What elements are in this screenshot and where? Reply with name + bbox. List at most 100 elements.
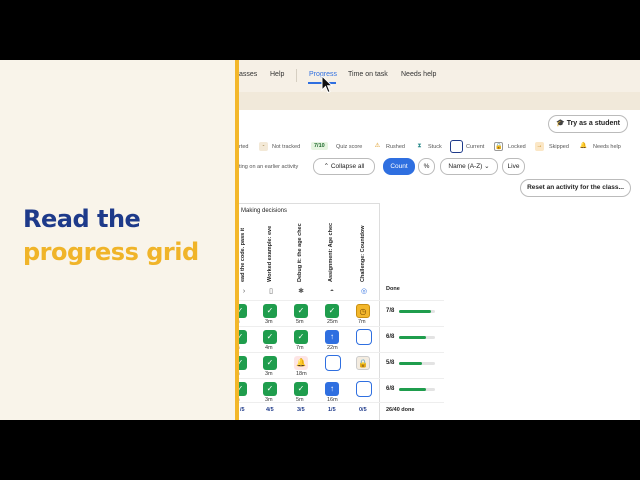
done-header: Done bbox=[386, 286, 400, 292]
row-progress-bar bbox=[399, 336, 435, 339]
check-icon: ✓ bbox=[239, 306, 244, 315]
time-on-task: 22m bbox=[327, 345, 338, 351]
check-icon: ✓ bbox=[239, 358, 244, 367]
time-on-task: 7m bbox=[358, 319, 366, 325]
target-icon: ◎ bbox=[360, 288, 368, 295]
time-on-task: 3m bbox=[265, 319, 273, 325]
grid-cell-green[interactable]: ✓ bbox=[239, 304, 247, 318]
try-as-student-button[interactable]: 🎓 Try as a student bbox=[548, 115, 628, 133]
row-divider bbox=[239, 300, 444, 301]
row-progress-fill bbox=[399, 388, 426, 391]
top-nav: asses Help Progress Time on task Needs h… bbox=[239, 60, 640, 92]
time-on-task: 25m bbox=[327, 319, 338, 325]
reset-activity-button[interactable]: Reset an activity for the class... bbox=[520, 179, 631, 197]
legend-not-tracked: Not tracked bbox=[272, 144, 301, 150]
check-icon: ✓ bbox=[239, 332, 244, 341]
row-progress-fill bbox=[399, 362, 422, 365]
bell-icon: 🔔 bbox=[579, 143, 588, 149]
nav-classes[interactable]: asses bbox=[239, 71, 257, 78]
column-summary-4: 1/5 bbox=[328, 407, 336, 413]
row-score: 6/8 bbox=[386, 386, 395, 392]
row-divider bbox=[239, 326, 444, 327]
row-progress-fill bbox=[399, 310, 431, 313]
grid-cell-green[interactable]: ✓ bbox=[294, 304, 308, 318]
check-icon: ✓ bbox=[266, 332, 274, 341]
legend-skipped: Skipped bbox=[549, 144, 569, 150]
grid-cell-empty[interactable] bbox=[356, 329, 372, 345]
graduation-cap-icon: 🎓 bbox=[556, 120, 567, 127]
check-icon: ✓ bbox=[266, 306, 274, 315]
column-header-1[interactable]: ead the code. pass it bbox=[240, 228, 246, 282]
column-header-4[interactable]: Assignment: Age chec bbox=[328, 223, 334, 282]
nav-help[interactable]: Help bbox=[270, 71, 284, 78]
nav-separator bbox=[296, 69, 297, 82]
grid-cell-blue[interactable]: ↑ bbox=[325, 330, 339, 344]
earlier-activity-text: ting on an earlier activity bbox=[239, 164, 299, 170]
clock-icon: ◷ bbox=[359, 307, 367, 316]
check-icon: ✓ bbox=[297, 306, 305, 315]
grid-cell-locked[interactable]: 🔒 bbox=[356, 356, 370, 370]
row-score: 5/8 bbox=[386, 360, 395, 366]
sort-select[interactable]: Name (A-Z) ⌄ bbox=[440, 158, 498, 175]
legend-quiz-score: Quiz score bbox=[336, 144, 363, 150]
column-summary-1: /5 bbox=[240, 407, 245, 413]
grid-cell-green[interactable]: ✓ bbox=[239, 330, 247, 344]
live-toggle[interactable]: Live bbox=[502, 158, 525, 175]
column-header-5[interactable]: Challenge: Countdow bbox=[360, 225, 366, 282]
grid-cell-green[interactable]: ✓ bbox=[263, 304, 277, 318]
column-header-3[interactable]: Debug it: the age chec bbox=[297, 223, 303, 282]
skip-arrow-icon: → bbox=[535, 142, 544, 151]
column-header-2[interactable]: Worked example: eve bbox=[267, 226, 273, 282]
check-icon: ✓ bbox=[266, 384, 274, 393]
legend-locked: Locked bbox=[508, 144, 526, 150]
legend-stuck: Stuck bbox=[428, 144, 442, 150]
time-on-task: m bbox=[239, 397, 240, 403]
cap-icon: ◓ bbox=[329, 288, 335, 295]
grid-cell-green[interactable]: ✓ bbox=[263, 356, 277, 370]
grid-cell-green[interactable]: ✓ bbox=[263, 330, 277, 344]
legend-current: Current bbox=[466, 144, 485, 150]
grid-cell-green[interactable]: ✓ bbox=[294, 382, 308, 396]
grid-cell-green[interactable]: ✓ bbox=[239, 382, 247, 396]
grid-cell-empty[interactable] bbox=[325, 355, 341, 371]
row-score: 6/8 bbox=[386, 334, 395, 340]
chevron-up-icon: ⌃ bbox=[323, 163, 331, 170]
check-icon: ✓ bbox=[297, 384, 305, 393]
grid-cell-green[interactable]: ✓ bbox=[294, 330, 308, 344]
quiz-score-badge: 7/10 bbox=[311, 142, 328, 150]
nav-needs-help[interactable]: Needs help bbox=[401, 71, 436, 78]
row-progress-bar bbox=[399, 310, 435, 313]
grid-cell-green[interactable]: ✓ bbox=[263, 382, 277, 396]
row-divider bbox=[239, 352, 444, 353]
grid-cell-yellow[interactable]: ◷ bbox=[356, 304, 370, 318]
percent-toggle[interactable]: % bbox=[418, 158, 435, 175]
column-summary-2: 4/5 bbox=[266, 407, 274, 413]
grid-cell-stuck[interactable]: 🔔 bbox=[294, 356, 308, 370]
column-summary-3: 3/5 bbox=[297, 407, 305, 413]
row-score: 7/8 bbox=[386, 308, 395, 314]
slide-title-panel: Read the progress grid bbox=[0, 60, 236, 420]
total-done: 26/40 done bbox=[386, 407, 415, 413]
time-on-task: 5m bbox=[296, 319, 304, 325]
grid-cell-empty[interactable] bbox=[356, 381, 372, 397]
lock-icon: 🔒 bbox=[494, 142, 503, 151]
bell-icon: 🔔 bbox=[296, 358, 306, 367]
grid-cell-blue[interactable]: ↑ bbox=[325, 382, 339, 396]
check-icon: ✓ bbox=[266, 358, 274, 367]
slide-title-line2: progress grid bbox=[23, 238, 199, 266]
count-toggle[interactable]: Count bbox=[383, 158, 415, 175]
current-box-icon bbox=[450, 140, 463, 153]
dash-icon: - bbox=[259, 142, 268, 151]
grid-cell-green[interactable]: ✓ bbox=[239, 356, 247, 370]
legend-started: rted bbox=[239, 144, 249, 150]
progress-app: asses Help Progress Time on task Needs h… bbox=[239, 60, 640, 420]
check-icon: ✓ bbox=[297, 332, 305, 341]
chevron-right-icon: › bbox=[242, 288, 246, 295]
nav-time-on-task[interactable]: Time on task bbox=[348, 71, 388, 78]
time-on-task: 3m bbox=[265, 397, 273, 403]
time-on-task: 4m bbox=[265, 345, 273, 351]
grid-cell-green[interactable]: ✓ bbox=[325, 304, 339, 318]
time-on-task: m bbox=[239, 345, 240, 351]
collapse-all-button[interactable]: ⌃ Collapse all bbox=[313, 158, 375, 175]
time-on-task: 3m bbox=[265, 371, 273, 377]
